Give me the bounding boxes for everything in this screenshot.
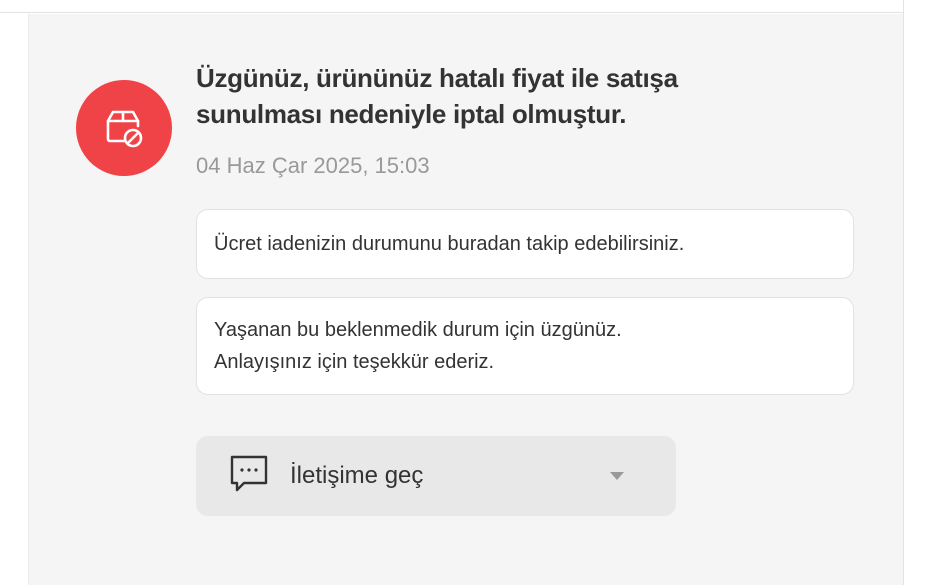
chevron-down-icon xyxy=(610,472,624,480)
top-divider xyxy=(0,0,903,13)
title-line-2: sunulması nedeniyle iptal olmuştur. xyxy=(196,99,627,129)
notification-timestamp: 04 Haz Çar 2025, 15:03 xyxy=(196,153,430,178)
apology-line-2: Anlayışınız için teşekkür ederiz. xyxy=(214,351,495,373)
refund-info-card[interactable]: Ücret iadenizin durumunu buradan takip e… xyxy=(196,209,854,279)
title-line-1: Üzgünüz, ürününüz hatalı fiyat ile satış… xyxy=(196,63,678,93)
notification-title: Üzgünüz, ürününüz hatalı fiyat ile satış… xyxy=(196,60,796,132)
right-divider xyxy=(903,0,933,585)
contact-dropdown-button[interactable]: İletişime geç xyxy=(196,436,676,516)
apology-card: Yaşanan bu beklenmedik durum için üzgünü… xyxy=(196,297,854,395)
apology-line-1: Yaşanan bu beklenmedik durum için üzgünü… xyxy=(214,319,622,341)
package-cancelled-icon xyxy=(76,80,172,176)
refund-info-text: Ücret iadenizin durumunu buradan takip e… xyxy=(214,233,685,255)
contact-label: İletişime geç xyxy=(290,462,424,489)
chat-bubble-icon xyxy=(230,455,268,492)
